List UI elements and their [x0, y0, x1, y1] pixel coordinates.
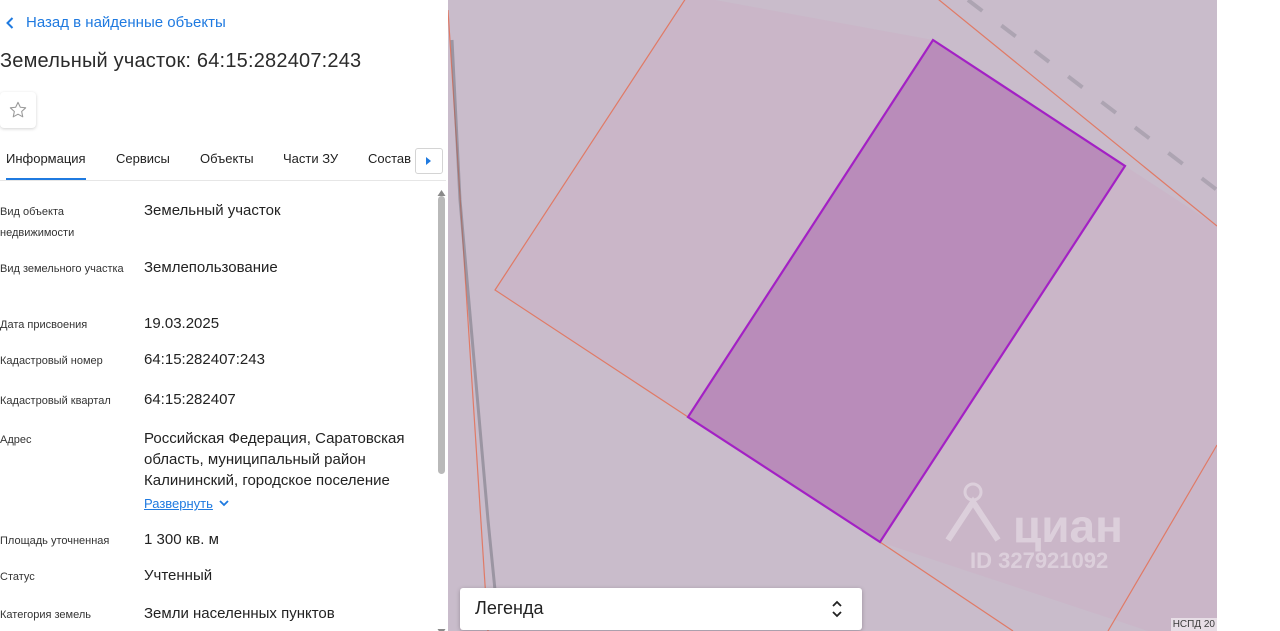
row-value: 19.03.2025 [144, 315, 220, 332]
expand-address-label: Развернуть [144, 496, 213, 511]
tab-objects[interactable]: Объекты [200, 140, 254, 178]
row-label: Площадь уточненная [0, 535, 110, 547]
row-value: Земельный участок [144, 202, 281, 219]
map-canvas[interactable]: циан ID 327921092 [448, 0, 1217, 631]
legend-label: Легенда [475, 598, 544, 618]
row-label: Кадастровый номер [0, 355, 103, 367]
map-view[interactable]: циан ID 327921092 Легенда НСПД 20 [448, 0, 1217, 631]
tab-composition[interactable]: Состав [368, 140, 411, 178]
back-link[interactable]: Назад в найденные объекты [6, 14, 226, 31]
info-panel: Назад в найденные объекты Земельный учас… [0, 0, 448, 631]
chevron-up-down-icon [832, 600, 842, 618]
tab-parts[interactable]: Части ЗУ [283, 140, 338, 178]
tab-services[interactable]: Сервисы [116, 140, 170, 178]
row-value: 1 300 кв. м [144, 531, 219, 548]
row-label: Категория земель [0, 609, 91, 621]
scrollbar-thumb[interactable] [438, 196, 445, 474]
row-label: Статус [0, 571, 35, 583]
favorite-button[interactable] [0, 92, 36, 128]
row-value: Земли населенных пунктов [144, 605, 335, 622]
row-value: Учтенный [144, 567, 213, 584]
chevron-left-icon [6, 16, 14, 29]
row-label: Вид объекта недвижимости [0, 206, 75, 239]
address-text: Российская Федерация, Саратовская област… [144, 430, 405, 489]
row-value: Землепользование [144, 259, 278, 276]
chevron-down-icon [219, 500, 229, 507]
row-label: Кадастровый квартал [0, 395, 111, 407]
row-value: Российская Федерация, Саратовская област… [144, 428, 429, 514]
tab-information[interactable]: Информация [6, 140, 86, 180]
row-label: Адрес [0, 434, 32, 446]
tab-bar: Информация Сервисы Объекты Части ЗУ Сост… [0, 140, 446, 181]
page-title: Земельный участок: 64:15:282407:243 [0, 50, 362, 72]
row-value: 64:15:282407:243 [144, 351, 265, 368]
row-label: Дата присвоения [0, 319, 88, 331]
expand-address-link[interactable]: Развернуть [144, 493, 229, 514]
legend-dropdown[interactable]: Легенда [460, 588, 862, 630]
watermark-brand: циан [1013, 500, 1123, 552]
map-attribution: НСПД 20 [1170, 618, 1217, 631]
star-icon [9, 101, 27, 118]
back-link-label: Назад в найденные объекты [26, 14, 226, 31]
row-value: 64:15:282407 [144, 391, 236, 408]
row-label: Вид земельного участка [0, 263, 124, 275]
scroll-up-arrow[interactable] [437, 184, 446, 196]
tabs-scroll-right-button[interactable] [415, 148, 443, 174]
watermark-id: ID 327921092 [970, 548, 1108, 573]
caret-right-icon [426, 157, 431, 165]
scroll-down-arrow[interactable] [437, 623, 446, 631]
